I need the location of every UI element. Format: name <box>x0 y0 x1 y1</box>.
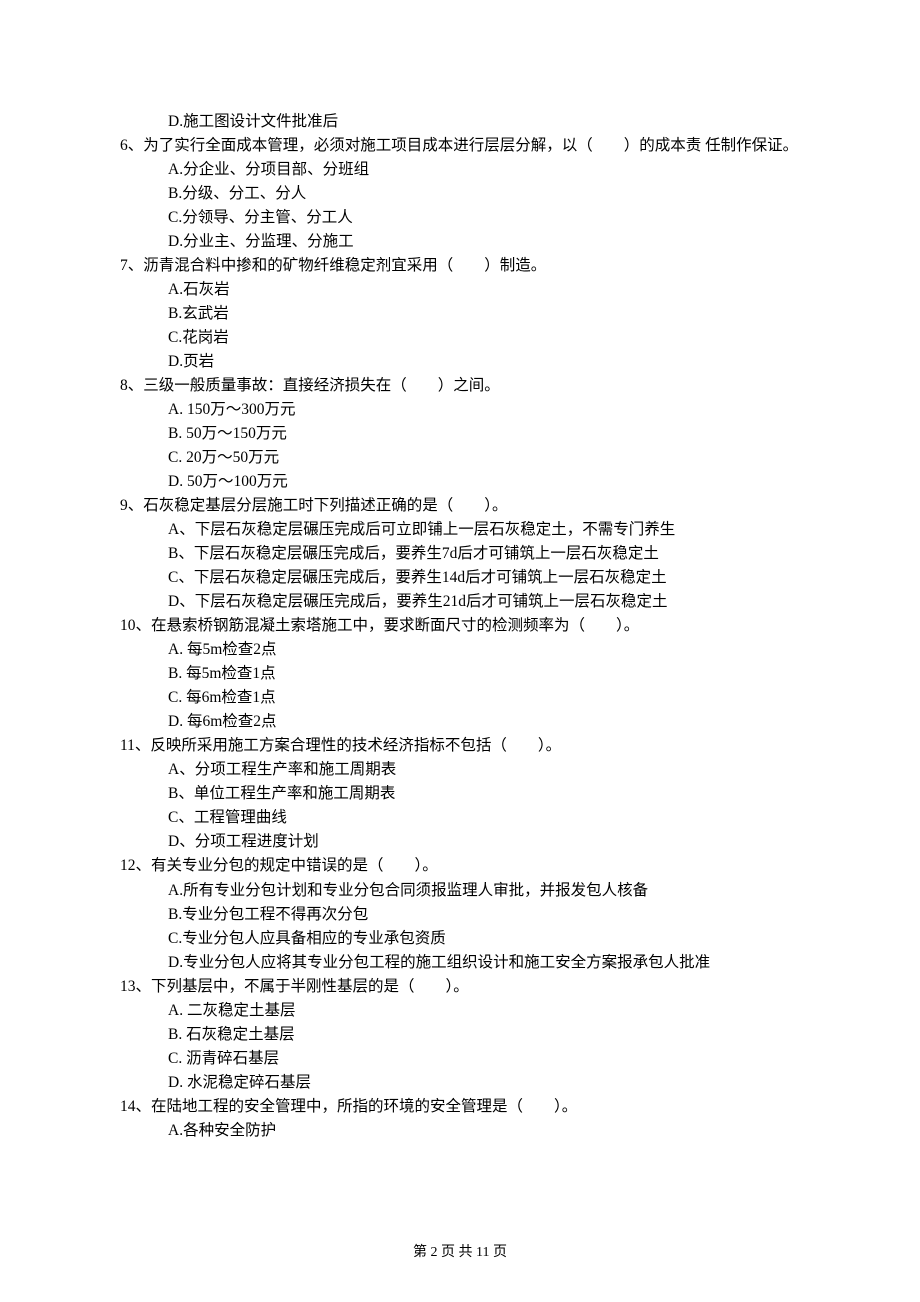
question-8-option-a: A. 150万～300万元 <box>120 398 810 422</box>
question-11: 11、反映所采用施工方案合理性的技术经济指标不包括（ ）。 <box>120 734 810 758</box>
question-12-option-a: A.所有专业分包计划和专业分包合同须报监理人审批，并报发包人核备 <box>120 879 810 903</box>
question-11-option-b: B、单位工程生产率和施工周期表 <box>120 782 810 806</box>
question-9-option-d: D、下层石灰稳定层碾压完成后，要养生21d后才可铺筑上一层石灰稳定土 <box>120 590 810 614</box>
question-8: 8、三级一般质量事故：直接经济损失在（ ）之间。 <box>120 374 810 398</box>
question-10-option-c: C. 每6m检查1点 <box>120 686 810 710</box>
question-13-option-a: A. 二灰稳定土基层 <box>120 999 810 1023</box>
question-14-option-a: A.各种安全防护 <box>120 1119 810 1143</box>
question-5-option-d: D.施工图设计文件批准后 <box>120 110 810 134</box>
page-footer: 第 2 页 共 11 页 <box>0 1242 920 1264</box>
question-8-option-b: B. 50万～150万元 <box>120 422 810 446</box>
document-page: D.施工图设计文件批准后 6、为了实行全面成本管理，必须对施工项目成本进行层层分… <box>0 0 920 1302</box>
question-6-option-d: D.分业主、分监理、分施工 <box>120 230 810 254</box>
question-6-option-b: B.分级、分工、分人 <box>120 182 810 206</box>
question-13-option-d: D. 水泥稳定碎石基层 <box>120 1071 810 1095</box>
question-12: 12、有关专业分包的规定中错误的是（ ）。 <box>120 854 810 878</box>
question-10-option-a: A. 每5m检查2点 <box>120 638 810 662</box>
question-11-option-a: A、分项工程生产率和施工周期表 <box>120 758 810 782</box>
question-9-option-c: C、下层石灰稳定层碾压完成后，要养生14d后才可铺筑上一层石灰稳定土 <box>120 566 810 590</box>
question-6: 6、为了实行全面成本管理，必须对施工项目成本进行层层分解，以（ ）的成本责 任制… <box>120 134 810 158</box>
question-9-option-a: A、下层石灰稳定层碾压完成后可立即铺上一层石灰稳定土，不需专门养生 <box>120 518 810 542</box>
question-7-option-b: B.玄武岩 <box>120 302 810 326</box>
question-13-option-c: C. 沥青碎石基层 <box>120 1047 810 1071</box>
question-7-option-d: D.页岩 <box>120 350 810 374</box>
question-10: 10、在悬索桥钢筋混凝土索塔施工中，要求断面尺寸的检测频率为（ ）。 <box>120 614 810 638</box>
question-11-option-d: D、分项工程进度计划 <box>120 830 810 854</box>
question-7: 7、沥青混合料中掺和的矿物纤维稳定剂宜采用（ ）制造。 <box>120 254 810 278</box>
question-9-option-b: B、下层石灰稳定层碾压完成后，要养生7d后才可铺筑上一层石灰稳定土 <box>120 542 810 566</box>
question-8-option-d: D. 50万～100万元 <box>120 470 810 494</box>
question-12-option-d: D.专业分包人应将其专业分包工程的施工组织设计和施工安全方案报承包人批准 <box>120 951 810 975</box>
question-6-option-c: C.分领导、分主管、分工人 <box>120 206 810 230</box>
question-7-option-a: A.石灰岩 <box>120 278 810 302</box>
question-12-option-b: B.专业分包工程不得再次分包 <box>120 903 810 927</box>
question-12-option-c: C.专业分包人应具备相应的专业承包资质 <box>120 927 810 951</box>
question-8-option-c: C. 20万～50万元 <box>120 446 810 470</box>
question-6-option-a: A.分企业、分项目部、分班组 <box>120 158 810 182</box>
question-7-option-c: C.花岗岩 <box>120 326 810 350</box>
question-11-option-c: C、工程管理曲线 <box>120 806 810 830</box>
question-13: 13、下列基层中，不属于半刚性基层的是（ ）。 <box>120 975 810 999</box>
question-10-option-d: D. 每6m检查2点 <box>120 710 810 734</box>
question-13-option-b: B. 石灰稳定土基层 <box>120 1023 810 1047</box>
question-14: 14、在陆地工程的安全管理中，所指的环境的安全管理是（ ）。 <box>120 1095 810 1119</box>
question-9: 9、石灰稳定基层分层施工时下列描述正确的是（ ）。 <box>120 494 810 518</box>
question-10-option-b: B. 每5m检查1点 <box>120 662 810 686</box>
